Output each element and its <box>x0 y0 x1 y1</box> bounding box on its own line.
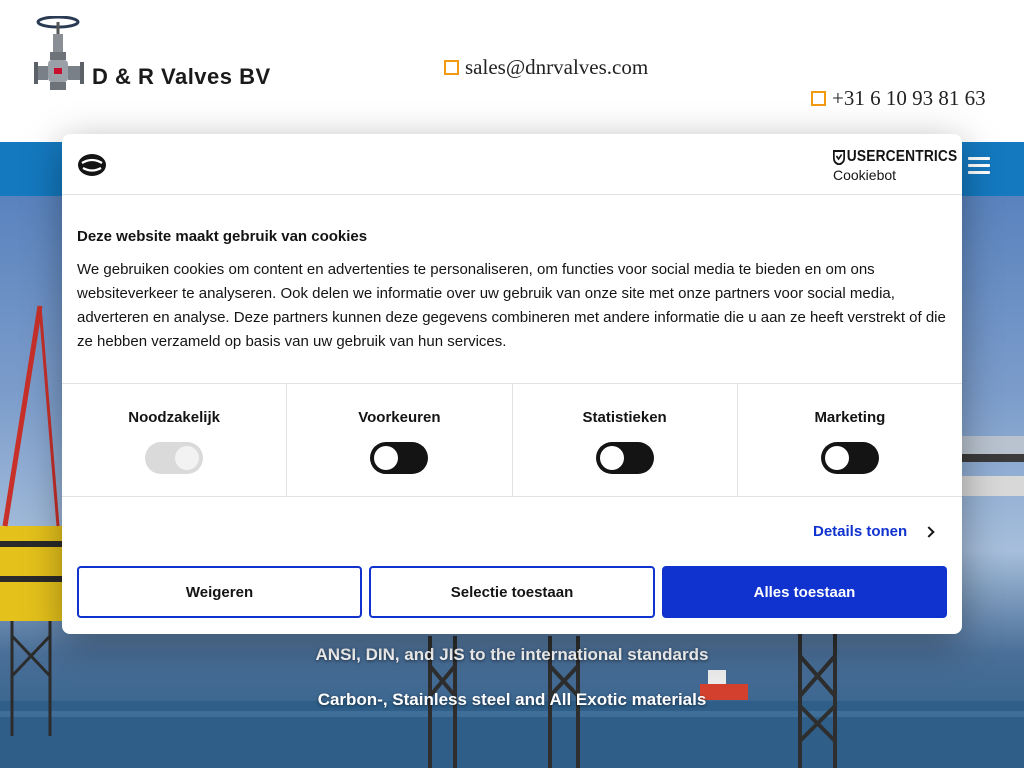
dialog-body: Deze website maakt gebruik van cookies W… <box>77 228 947 354</box>
toggle-necessary <box>145 442 204 474</box>
category-label: Statistieken <box>582 409 667 426</box>
contact-email[interactable]: sales@dnrvalves.com <box>444 55 648 80</box>
chevron-right-icon <box>923 525 935 538</box>
category-statistics: Statistieken <box>513 384 738 496</box>
provider-subtitle: Cookiebot <box>833 167 897 183</box>
reject-button[interactable]: Weigeren <box>77 566 362 618</box>
details-label[interactable]: Details tonen <box>813 523 907 540</box>
shield-icon <box>833 149 846 165</box>
dialog-title: Deze website maakt gebruik van cookies <box>77 228 368 245</box>
hero-tagline-standards: ANSI, DIN, and JIS to the international … <box>315 645 709 664</box>
valve-logo-icon[interactable] <box>34 16 86 94</box>
category-label: Marketing <box>814 409 886 426</box>
consent-categories: Noodzakelijk Voorkeuren Statistieken Mar… <box>62 383 962 497</box>
toggle-marketing[interactable] <box>820 442 879 474</box>
phone-text[interactable]: +31 6 10 93 81 63 <box>832 86 986 111</box>
provider-name: USERCENTRICS <box>846 148 958 165</box>
show-details-link[interactable]: Details tonen <box>813 523 935 540</box>
brand-name[interactable]: D & R Valves BV <box>92 64 271 90</box>
category-preferences: Voorkeuren <box>287 384 513 496</box>
allow-selection-button[interactable]: Selectie toestaan <box>369 566 655 618</box>
dialog-header: USERCENTRICS Cookiebot <box>62 134 962 195</box>
cookie-consent-dialog: USERCENTRICS Cookiebot Deze website maak… <box>62 134 962 634</box>
site-header: D & R Valves BV sales@dnrvalves.com +31 … <box>0 0 1024 142</box>
cookie-icon <box>78 154 106 176</box>
category-label: Voorkeuren <box>358 409 441 426</box>
category-marketing: Marketing <box>738 384 962 496</box>
square-icon <box>811 91 826 106</box>
category-necessary: Noodzakelijk <box>62 384 288 496</box>
email-text[interactable]: sales@dnrvalves.com <box>465 55 648 80</box>
dialog-description: We gebruiken cookies om content en adver… <box>77 261 946 350</box>
usercentrics-logo[interactable]: USERCENTRICS Cookiebot <box>833 148 962 183</box>
contact-phone[interactable]: +31 6 10 93 81 63 <box>811 86 986 111</box>
square-icon <box>444 60 459 75</box>
hero-tagline-materials: Carbon-, Stainless steel and All Exotic … <box>317 690 707 709</box>
toggle-preferences[interactable] <box>370 442 429 474</box>
hamburger-icon[interactable] <box>968 157 990 177</box>
category-label: Noodzakelijk <box>128 409 220 426</box>
toggle-statistics[interactable] <box>595 442 654 474</box>
allow-all-button[interactable]: Alles toestaan <box>662 566 947 618</box>
